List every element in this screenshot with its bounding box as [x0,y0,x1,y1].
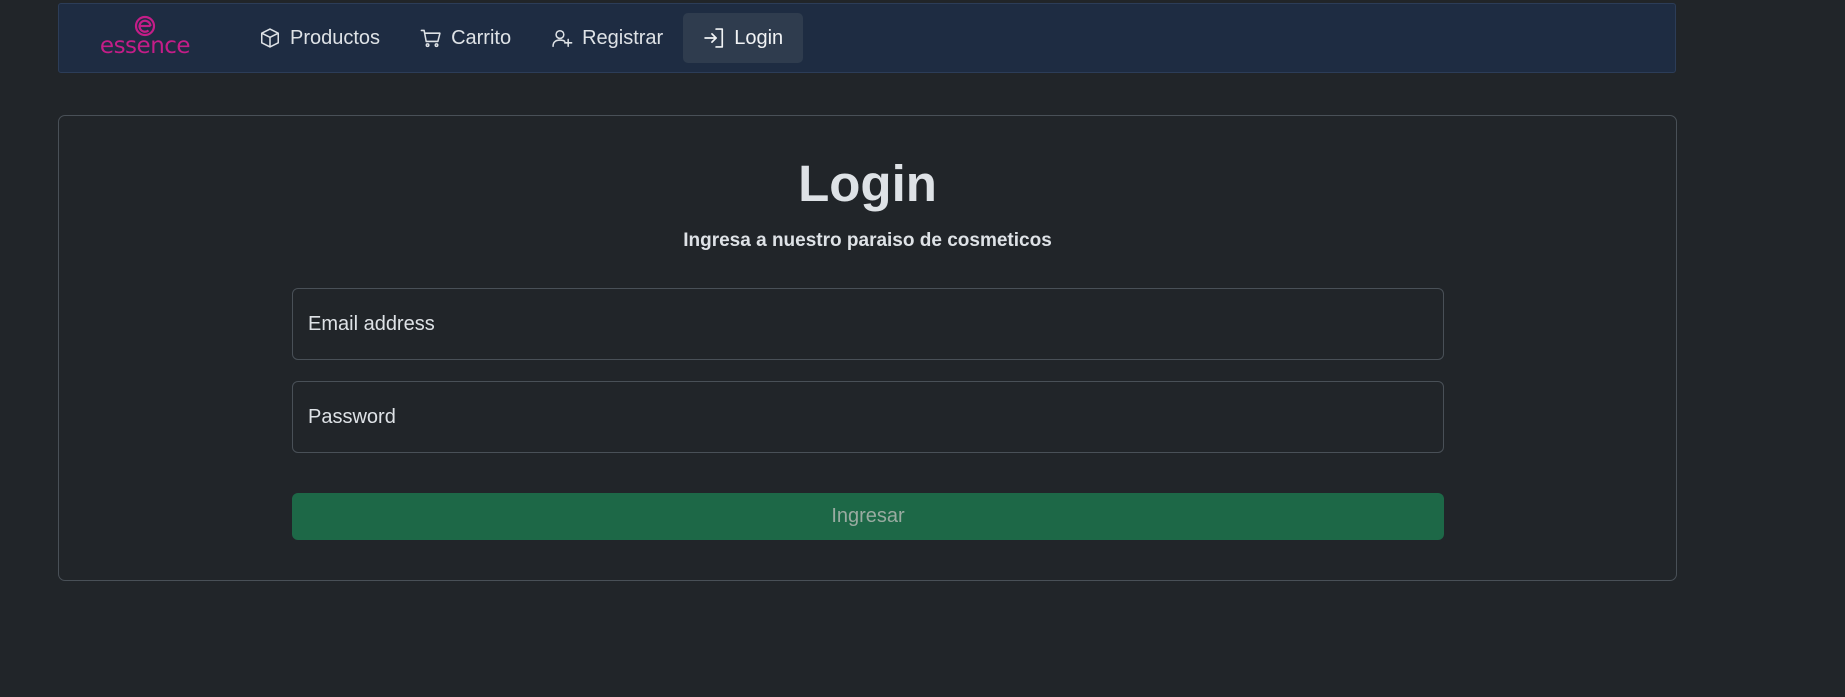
nav-item-productos[interactable]: Productos [239,13,400,63]
email-field[interactable] [292,288,1444,360]
nav-item-label: Carrito [451,26,512,49]
cart-icon [420,27,442,49]
nav-item-label: Productos [290,26,381,49]
submit-button[interactable]: Ingresar [292,493,1444,540]
login-card: Login Ingresa a nuestro paraiso de cosme… [58,115,1677,581]
navbar: essence Productos Carrito Registrar Logi… [58,3,1676,73]
login-icon [703,27,725,49]
page-title: Login [798,155,937,212]
nav-item-carrito[interactable]: Carrito [400,13,531,63]
nav-item-label: Login [734,26,784,49]
nav-menu: Productos Carrito Registrar Login [239,13,804,63]
person-add-icon [551,27,573,49]
brand-name: essence [99,33,191,59]
nav-item-label: Registrar [582,26,664,49]
page-subtitle: Ingresa a nuestro paraiso de cosmeticos [683,230,1052,251]
nav-item-login[interactable]: Login [683,13,804,63]
password-field[interactable] [292,381,1444,453]
brand-logo[interactable]: essence [91,15,199,61]
nav-item-registrar[interactable]: Registrar [531,13,683,63]
box-icon [259,27,281,49]
